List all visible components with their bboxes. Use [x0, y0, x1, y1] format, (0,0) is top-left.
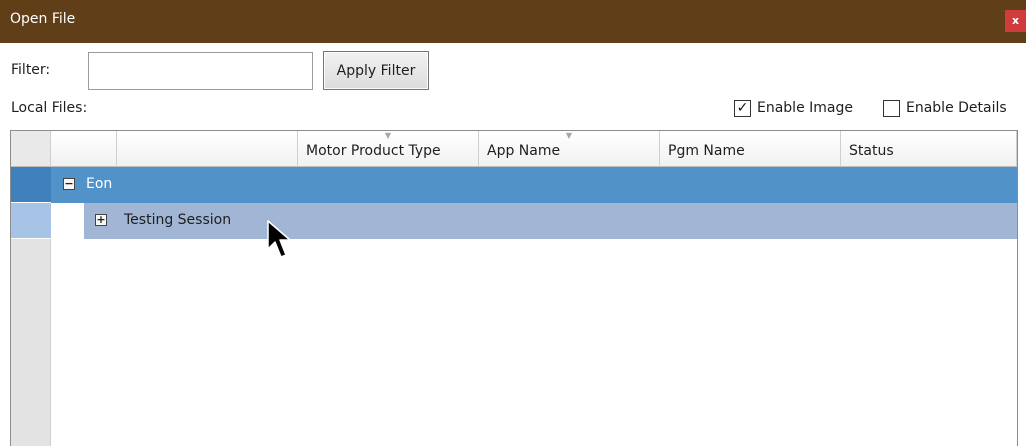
local-files-grid[interactable]: ▼ Motor Product Type ▼ App Name Pgm Name… — [10, 130, 1018, 446]
tree-row-label: Testing Session — [124, 212, 232, 228]
enable-image-checkbox[interactable]: ✓ — [734, 100, 751, 117]
collapse-icon[interactable]: − — [63, 178, 75, 190]
title-bar: Open File x — [0, 0, 1026, 43]
column-header-name[interactable] — [117, 131, 298, 167]
enable-image-label[interactable]: Enable Image — [757, 100, 853, 116]
mouse-pointer-icon — [267, 220, 291, 258]
tree-row-label: Eon — [86, 176, 113, 192]
tree-row-testing-session[interactable]: + Testing Session — [84, 203, 1017, 239]
row-header-eon[interactable] — [11, 167, 51, 203]
local-files-label: Local Files: — [11, 100, 88, 116]
apply-filter-button[interactable]: Apply Filter — [323, 51, 429, 90]
column-header-app-name[interactable]: ▼ App Name — [479, 131, 660, 167]
enable-details-label[interactable]: Enable Details — [906, 100, 1007, 116]
column-header-expander[interactable] — [51, 131, 117, 167]
filter-label: Filter: — [11, 62, 51, 78]
column-header-status[interactable]: Status — [841, 131, 1017, 167]
close-button[interactable]: x — [1005, 10, 1026, 32]
column-header-label: Motor Product Type — [306, 143, 441, 159]
column-header-label: Status — [849, 143, 894, 159]
column-header-pgm-name[interactable]: Pgm Name — [660, 131, 841, 167]
column-header-motor-product-type[interactable]: ▼ Motor Product Type — [298, 131, 479, 167]
column-header-label: Pgm Name — [668, 143, 745, 159]
tree-row-eon[interactable]: − Eon — [51, 167, 1017, 203]
row-header-testing-session[interactable] — [11, 203, 51, 239]
column-header-label: App Name — [487, 143, 561, 159]
window-title: Open File — [10, 11, 76, 27]
sort-arrow-icon: ▼ — [384, 131, 392, 140]
filter-input[interactable] — [88, 52, 313, 90]
grid-corner-header[interactable] — [11, 131, 51, 167]
expand-icon[interactable]: + — [95, 214, 107, 226]
sort-arrow-icon: ▼ — [565, 131, 573, 140]
enable-details-checkbox[interactable] — [883, 100, 900, 117]
